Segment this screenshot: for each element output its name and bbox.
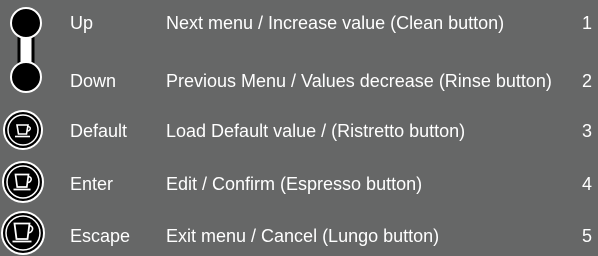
enter-number: 4: [581, 174, 592, 194]
escape-description: Exit menu / Cancel (Lungo button): [166, 226, 440, 246]
up-down-rocker-icon: [8, 5, 44, 95]
down-description: Previous Menu / Values decrease (Rinse b…: [166, 71, 552, 91]
escape-number: 5: [581, 226, 592, 246]
enter-label: Enter: [70, 174, 114, 194]
ristretto-cup-icon: [2, 109, 44, 151]
escape-label: Escape: [70, 226, 131, 246]
enter-description: Edit / Confirm (Espresso button): [166, 174, 423, 194]
down-number: 2: [581, 71, 592, 91]
espresso-cup-icon: [1, 160, 45, 204]
default-description: Load Default value / (Ristretto button): [166, 121, 466, 141]
up-label: Up: [70, 13, 94, 33]
default-number: 3: [581, 121, 592, 141]
down-label: Down: [70, 71, 117, 91]
lungo-cup-icon: [0, 210, 46, 256]
up-description: Next menu / Increase value (Clean button…: [166, 13, 505, 33]
up-number: 1: [581, 13, 592, 33]
default-label: Default: [70, 121, 128, 141]
